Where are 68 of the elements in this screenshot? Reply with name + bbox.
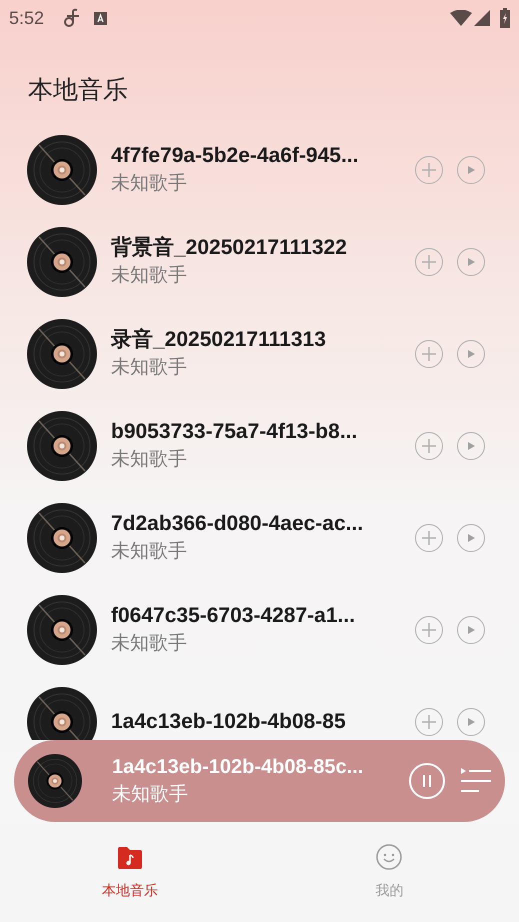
play-icon bbox=[466, 349, 476, 359]
player-artist: 未知歌手 bbox=[112, 783, 189, 807]
play-button[interactable] bbox=[457, 340, 485, 368]
play-button[interactable] bbox=[457, 432, 485, 460]
player-title: 1a4c13eb-102b-4b08-85c... bbox=[112, 755, 364, 780]
play-icon bbox=[466, 257, 476, 267]
status-time: 5:52 bbox=[9, 6, 44, 30]
pause-icon bbox=[422, 775, 432, 787]
vinyl-record-icon bbox=[27, 319, 97, 389]
song-item[interactable]: f0647c35-6703-4287-a1... 未知歌手 bbox=[0, 584, 519, 676]
song-artist: 未知歌手 bbox=[111, 172, 188, 196]
vinyl-record-icon bbox=[27, 595, 97, 665]
song-title: 1a4c13eb-102b-4b08-85 bbox=[111, 709, 347, 735]
play-icon bbox=[466, 441, 476, 451]
playlist-icon bbox=[461, 768, 491, 794]
pause-button[interactable] bbox=[409, 763, 445, 799]
vinyl-record-icon bbox=[27, 135, 97, 205]
song-artist: 未知歌手 bbox=[111, 448, 188, 472]
nav-tab[interactable]: 本地音乐 bbox=[0, 822, 260, 922]
play-icon bbox=[466, 625, 476, 635]
vinyl-record-icon bbox=[27, 503, 97, 573]
plus-icon bbox=[421, 622, 437, 638]
song-title: 背景音_20250217111322 bbox=[111, 234, 348, 261]
song-title: 4f7fe79a-5b2e-4a6f-945... bbox=[111, 143, 360, 169]
add-button[interactable] bbox=[415, 616, 443, 644]
play-button[interactable] bbox=[457, 156, 485, 184]
play-icon bbox=[466, 533, 476, 543]
add-button[interactable] bbox=[415, 340, 443, 368]
song-item[interactable]: 录音_20250217111313 未知歌手 bbox=[0, 308, 519, 400]
wifi-icon bbox=[450, 10, 472, 26]
signal-icon bbox=[474, 10, 490, 26]
vinyl-record-icon bbox=[27, 227, 97, 297]
add-button[interactable] bbox=[415, 248, 443, 276]
add-button[interactable] bbox=[415, 524, 443, 552]
song-title: f0647c35-6703-4287-a1... bbox=[111, 603, 356, 629]
add-button[interactable] bbox=[415, 156, 443, 184]
play-icon bbox=[466, 165, 476, 175]
vinyl-record-icon bbox=[27, 411, 97, 481]
song-artist: 未知歌手 bbox=[111, 356, 188, 380]
page-title: 本地音乐 bbox=[28, 75, 128, 106]
play-button[interactable] bbox=[457, 524, 485, 552]
add-button[interactable] bbox=[415, 708, 443, 736]
smiley-icon bbox=[376, 844, 402, 870]
play-button[interactable] bbox=[457, 708, 485, 736]
song-item[interactable]: 背景音_20250217111322 未知歌手 bbox=[0, 216, 519, 308]
song-item[interactable]: 4f7fe79a-5b2e-4a6f-945... 未知歌手 bbox=[0, 124, 519, 216]
add-button[interactable] bbox=[415, 432, 443, 460]
plus-icon bbox=[421, 254, 437, 270]
vinyl-record-icon bbox=[28, 754, 82, 808]
song-artist: 未知歌手 bbox=[111, 632, 188, 656]
song-artist: 未知歌手 bbox=[111, 540, 188, 564]
plus-icon bbox=[421, 438, 437, 454]
play-button[interactable] bbox=[457, 616, 485, 644]
song-item[interactable]: b9053733-75a7-4f13-b8... 未知歌手 bbox=[0, 400, 519, 492]
song-title: b9053733-75a7-4f13-b8... bbox=[111, 419, 358, 445]
plus-icon bbox=[421, 162, 437, 178]
plus-icon bbox=[421, 714, 437, 730]
play-button[interactable] bbox=[457, 248, 485, 276]
song-title: 录音_20250217111313 bbox=[111, 326, 327, 353]
plus-icon bbox=[421, 346, 437, 362]
keyboard-icon bbox=[94, 12, 108, 24]
song-artist: 未知歌手 bbox=[111, 264, 188, 288]
battery-icon bbox=[500, 8, 510, 28]
play-icon bbox=[466, 717, 476, 727]
note-icon bbox=[64, 8, 80, 28]
plus-icon bbox=[421, 530, 437, 546]
song-title: 7d2ab366-d080-4aec-ac... bbox=[111, 511, 364, 537]
song-item[interactable]: 7d2ab366-d080-4aec-ac... 未知歌手 bbox=[0, 492, 519, 584]
